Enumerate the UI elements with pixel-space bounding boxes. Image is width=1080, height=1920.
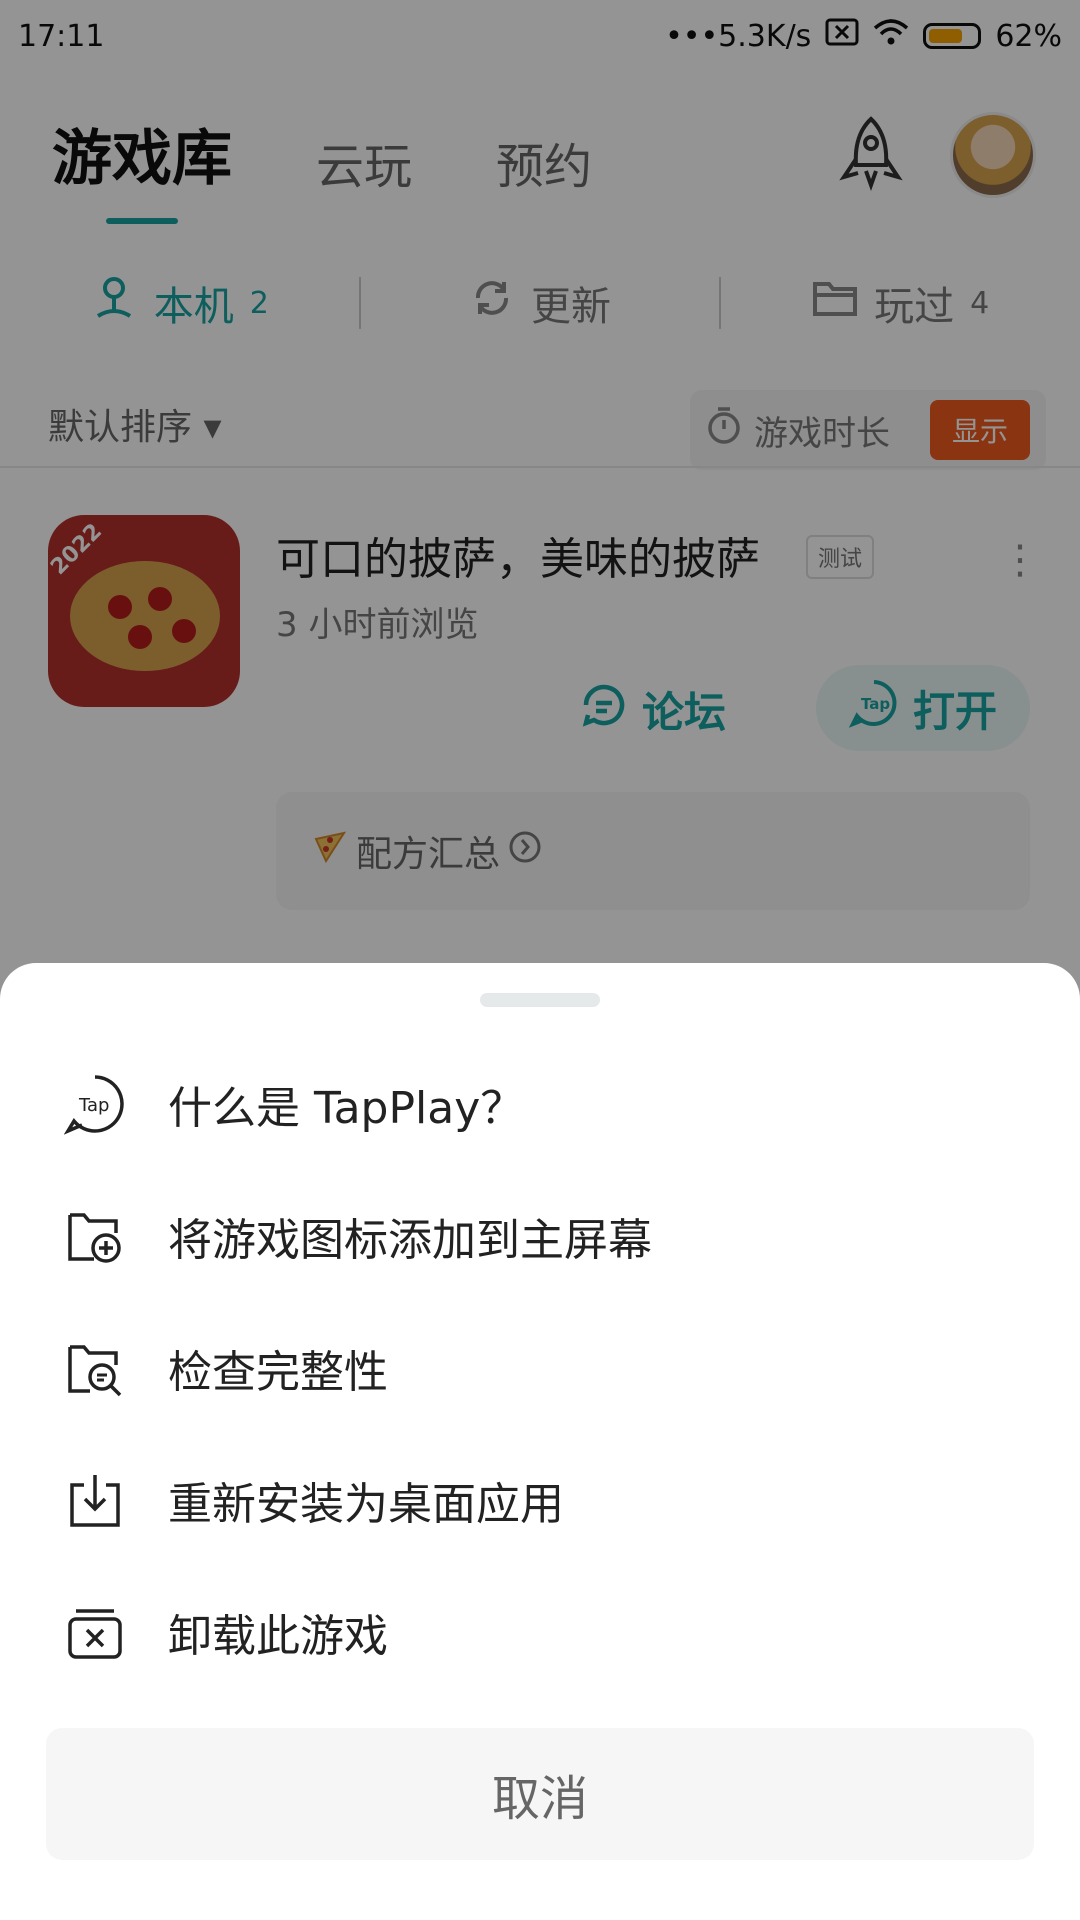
menu-item-uninstall[interactable]: 卸载此游戏 xyxy=(0,1566,1080,1698)
sheet-drag-handle[interactable] xyxy=(480,993,600,1007)
menu-item-check-integrity[interactable]: 检查完整性 xyxy=(0,1302,1080,1434)
menu-item-label: 卸载此游戏 xyxy=(168,1611,388,1662)
menu-item-reinstall[interactable]: 重新安装为桌面应用 xyxy=(0,1434,1080,1566)
menu-item-add-to-home[interactable]: 将游戏图标添加到主屏幕 xyxy=(0,1170,1080,1302)
menu-item-label: 检查完整性 xyxy=(168,1347,388,1398)
menu-item-what-is-tapplay[interactable]: Tap 什么是 TapPlay？ xyxy=(0,1038,1080,1170)
tap-logo-icon: Tap xyxy=(64,1073,126,1135)
download-install-icon xyxy=(64,1469,126,1531)
check-integrity-icon xyxy=(64,1337,126,1399)
menu-item-label: 将游戏图标添加到主屏幕 xyxy=(168,1215,652,1266)
menu-item-label: 重新安装为桌面应用 xyxy=(168,1479,564,1530)
bottom-sheet: Tap 什么是 TapPlay？ 将游戏图标添加到主屏幕 检查完整性 重新安装为… xyxy=(0,963,1080,1920)
menu-item-label: 什么是 TapPlay？ xyxy=(168,1083,525,1134)
sheet-menu: Tap 什么是 TapPlay？ 将游戏图标添加到主屏幕 检查完整性 重新安装为… xyxy=(0,1038,1080,1698)
svg-text:Tap: Tap xyxy=(78,1095,109,1116)
cancel-button[interactable]: 取消 xyxy=(46,1728,1034,1860)
add-to-home-icon xyxy=(64,1205,126,1267)
uninstall-icon xyxy=(64,1601,126,1663)
